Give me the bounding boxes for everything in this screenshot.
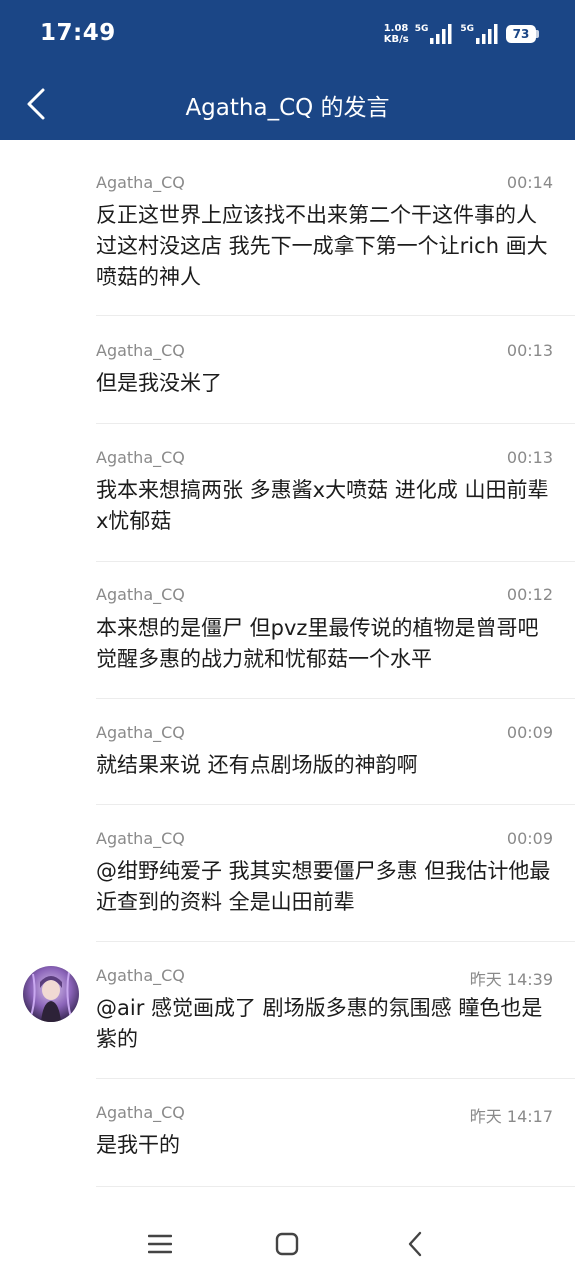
signal-1: 5G	[415, 24, 455, 44]
list-item[interactable]: Agatha_CQ 00:13 但是我没米了	[0, 316, 575, 424]
back-icon	[408, 1231, 422, 1257]
list-item[interactable]: Agatha_CQ 00:14 反正这世界上应该找不出来第二个干这件事的人 过这…	[0, 140, 575, 316]
system-nav-bar	[0, 1200, 575, 1280]
post-text: 是我干的	[96, 1133, 180, 1157]
user-avatar-icon	[23, 966, 79, 1022]
list-item[interactable]: Agatha_CQ 00:09 @绀野纯爱子 我其实想要僵尸多惠 但我估计他最近…	[0, 805, 575, 942]
network-speed-unit: KB/s	[383, 34, 409, 45]
post-author[interactable]: Agatha_CQ	[96, 341, 185, 360]
network-speed-value: 1.08	[383, 23, 409, 34]
post-time: 00:14	[506, 173, 553, 192]
post-author[interactable]: Agatha_CQ	[96, 829, 185, 848]
post-time: 00:09	[506, 829, 553, 848]
post-time: 00:09	[506, 723, 553, 742]
signal-bars-icon	[430, 24, 452, 44]
list-item[interactable]: Agatha_CQ 昨天 14:39 @air 感觉画成了 剧场版多惠的氛围感 …	[0, 942, 575, 1079]
list-item[interactable]: Agatha_CQ 00:09 就结果来说 还有点剧场版的神韵啊	[0, 699, 575, 805]
status-bar: 17:49 1.08 KB/s 5G 5G 73	[0, 0, 575, 68]
back-nav-button[interactable]	[395, 1224, 435, 1264]
post-author[interactable]: Agatha_CQ	[96, 723, 185, 742]
home-button[interactable]	[267, 1224, 307, 1264]
post-text: 反正这世界上应该找不出来第二个干这件事的人 过这村没这店 我先下一成拿下第一个让…	[96, 203, 548, 289]
list-item[interactable]: Agatha_CQ 昨天 14:17 是我干的	[0, 1079, 575, 1187]
page-title: Agatha_CQ 的发言	[185, 95, 390, 121]
signal-2: 5G	[460, 24, 500, 44]
signal-2-label: 5G	[460, 24, 474, 34]
post-author[interactable]: Agatha_CQ	[96, 173, 185, 192]
post-text: @air 感觉画成了 剧场版多惠的氛围感 瞳色也是紫的	[96, 996, 543, 1051]
post-time: 昨天 14:17	[469, 1107, 553, 1126]
post-text: 就结果来说 还有点剧场版的神韵啊	[96, 753, 418, 777]
post-time: 00:13	[506, 448, 553, 467]
post-text: 我本来想搞两张 多惠酱x大喷菇 进化成 山田前辈x忧郁菇	[96, 478, 549, 533]
signal-1-label: 5G	[414, 24, 429, 34]
post-author[interactable]: Agatha_CQ	[96, 966, 185, 985]
battery-tip	[536, 30, 539, 38]
avatar[interactable]	[23, 966, 79, 1022]
post-time: 00:13	[506, 341, 553, 360]
divider	[96, 1186, 575, 1187]
menu-icon	[148, 1234, 172, 1254]
post-author[interactable]: Agatha_CQ	[96, 448, 185, 467]
network-speed: 1.08 KB/s	[384, 23, 409, 45]
status-indicators: 1.08 KB/s 5G 5G 73	[384, 20, 539, 48]
list-item[interactable]: Agatha_CQ 00:12 本来想的是僵尸 但pvz里最传说的植物是曾哥吧 …	[0, 562, 575, 699]
list-item[interactable]: Agatha_CQ 00:13 我本来想搞两张 多惠酱x大喷菇 进化成 山田前辈…	[0, 424, 575, 562]
signal-bars-icon	[476, 24, 498, 44]
post-time: 00:12	[506, 585, 553, 604]
post-text: 但是我没米了	[96, 371, 222, 395]
app-header: Agatha_CQ 的发言	[0, 68, 575, 140]
menu-button[interactable]	[140, 1224, 180, 1264]
post-text: 本来想的是僵尸 但pvz里最传说的植物是曾哥吧 觉醒多惠的战力就和忧郁菇一个水平	[96, 616, 539, 671]
home-icon	[275, 1232, 299, 1256]
status-time: 17:49	[40, 20, 116, 46]
post-author[interactable]: Agatha_CQ	[96, 585, 185, 604]
post-text: @绀野纯爱子 我其实想要僵尸多惠 但我估计他最近查到的资料 全是山田前辈	[96, 859, 551, 914]
battery-level: 73	[506, 25, 536, 43]
post-time: 昨天 14:39	[469, 970, 553, 989]
post-author[interactable]: Agatha_CQ	[96, 1103, 185, 1122]
battery-icon: 73	[506, 25, 539, 43]
post-list: Agatha_CQ 00:14 反正这世界上应该找不出来第二个干这件事的人 过这…	[0, 140, 575, 1200]
